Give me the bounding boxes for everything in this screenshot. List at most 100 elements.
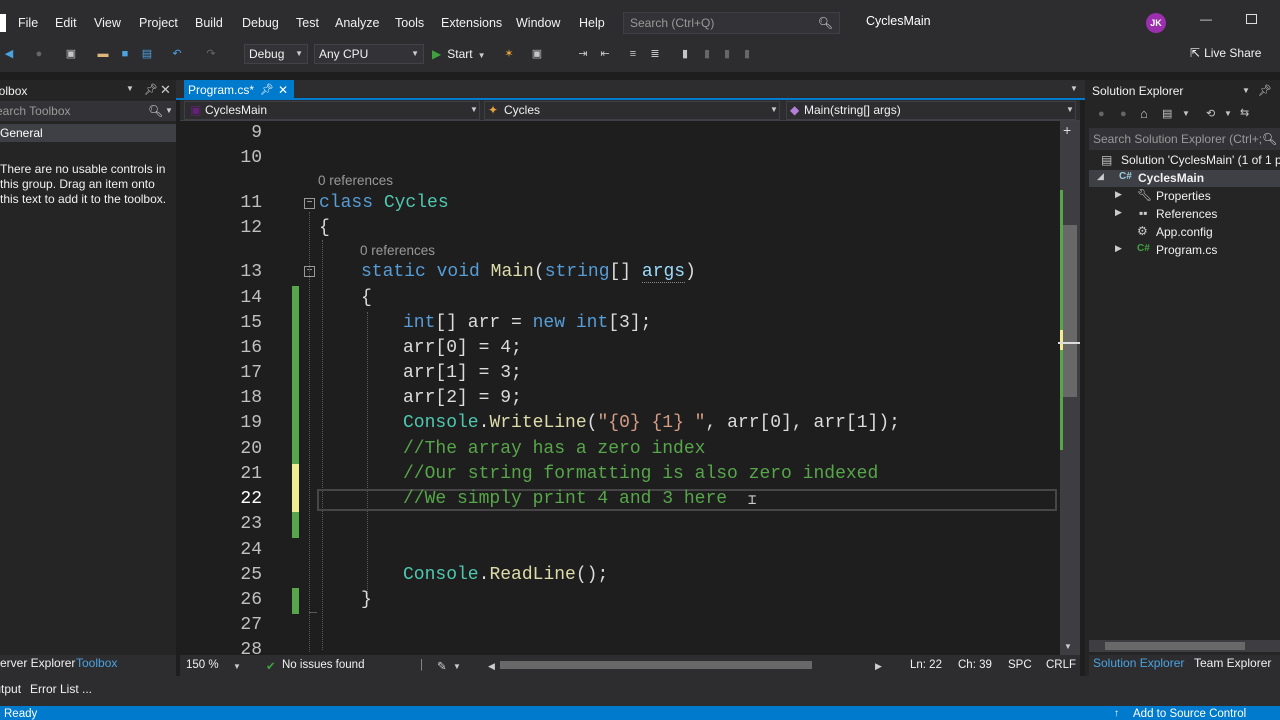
comment-icon[interactable]: ≡ <box>626 47 640 61</box>
browse-icon[interactable]: ▣ <box>530 47 544 61</box>
search-input[interactable]: Search (Ctrl+Q) 🔍︎ <box>623 12 840 34</box>
next-bookmark-icon[interactable]: ▮ <box>720 47 734 61</box>
zoom-level[interactable]: 150 % <box>186 659 219 671</box>
tab-output[interactable]: Output <box>0 682 21 696</box>
live-share-label: Live Share <box>1204 46 1262 60</box>
platform-select[interactable]: Any CPU ▼ <box>314 44 424 64</box>
tree-item-properties[interactable]: ▶ 🔧︎ Properties <box>1089 188 1280 206</box>
close-icon[interactable]: ✕ <box>160 82 171 98</box>
brush-icon[interactable]: ✎ <box>437 659 447 673</box>
codelens-references[interactable]: 0 references <box>360 243 435 258</box>
chevron-down-icon[interactable]: ▼ <box>1182 109 1190 118</box>
keyword: string <box>544 262 610 282</box>
menu-window[interactable]: Window <box>516 14 560 32</box>
tab-program-cs[interactable]: Program.cs* 📌︎ ✕ <box>184 80 294 100</box>
clear-bookmark-icon[interactable]: ▮ <box>740 47 754 61</box>
configuration-select[interactable]: Debug ▼ <box>244 44 308 64</box>
chevron-down-icon[interactable]: ▼ <box>1242 86 1250 95</box>
tree-item-project[interactable]: ◢ C# CyclesMain <box>1089 170 1280 187</box>
tab-error-list[interactable]: Error List ... <box>30 682 92 696</box>
pin-icon[interactable]: 📌︎ <box>260 80 274 100</box>
live-share-button[interactable]: ⇱ Live Share <box>1190 46 1261 60</box>
start-button[interactable]: ▶ Start ▼ <box>432 44 486 64</box>
toolbox-group-general[interactable]: General <box>0 124 176 142</box>
back-icon[interactable]: ◀ <box>2 47 16 61</box>
close-icon[interactable]: ✕ <box>278 80 288 100</box>
forward-icon[interactable]: ● <box>1120 108 1127 120</box>
step-over-icon[interactable]: ⇤ <box>598 47 612 61</box>
scroll-down-icon[interactable]: ▼ <box>1064 642 1072 651</box>
menu-view[interactable]: View <box>94 14 121 32</box>
change-indicator <box>292 512 299 538</box>
codelens-references[interactable]: 0 references <box>318 173 393 188</box>
prev-bookmark-icon[interactable]: ▮ <box>700 47 714 61</box>
chevron-down-icon[interactable]: ▼ <box>233 662 241 671</box>
line-number: 21 <box>240 464 262 484</box>
window-title: CyclesMain <box>866 14 931 28</box>
tab-overflow-icon[interactable]: ▼ <box>1070 84 1078 93</box>
menu-edit[interactable]: Edit <box>55 14 77 32</box>
add-to-source-control-button[interactable]: Add to Source Control <box>1133 708 1246 720</box>
home-icon[interactable]: ⌂ <box>1140 106 1148 121</box>
split-icon[interactable]: + <box>1063 123 1071 137</box>
menu-tools[interactable]: Tools <box>395 14 424 32</box>
tree-item-references[interactable]: ▶ ▪▪ References <box>1089 206 1280 224</box>
chevron-down-icon[interactable]: ▼ <box>1224 109 1232 118</box>
line-indicator[interactable]: Ln: 22 <box>910 659 942 671</box>
menu-debug[interactable]: Debug <box>242 14 279 32</box>
sync-icon[interactable]: ⇆ <box>1240 106 1249 119</box>
bookmark-icon[interactable]: ▮ <box>678 47 692 61</box>
switch-views-icon[interactable]: ▤ <box>1162 107 1172 120</box>
pending-changes-icon[interactable]: ⟲ <box>1206 107 1215 120</box>
menu-test[interactable]: Test <box>296 14 319 32</box>
hot-reload-icon[interactable]: ✶ <box>502 47 516 61</box>
column-indicator[interactable]: Ch: 39 <box>958 659 992 671</box>
menu-build[interactable]: Build <box>195 14 223 32</box>
tree-item-app-config[interactable]: ⚙ App.config <box>1089 224 1280 242</box>
pin-icon[interactable]: 📌︎ <box>1258 84 1272 97</box>
issues-indicator[interactable]: No issues found <box>282 659 364 671</box>
tree-item-solution[interactable]: ▤ Solution 'CyclesMain' (1 of 1 project) <box>1089 150 1280 170</box>
save-icon[interactable]: ■ <box>118 47 132 61</box>
tab-solution-explorer[interactable]: Solution Explorer <box>1093 656 1184 670</box>
undo-icon[interactable]: ↶ <box>170 47 184 61</box>
chevron-down-icon[interactable]: ▼ <box>126 84 134 93</box>
avatar[interactable]: JK <box>1146 13 1166 33</box>
new-project-icon[interactable]: ▣ <box>64 47 78 61</box>
menu-help[interactable]: Help <box>579 14 605 32</box>
forward-icon[interactable]: ● <box>32 47 46 61</box>
scrollbar-thumb[interactable] <box>1063 225 1077 397</box>
tab-toolbox[interactable]: Toolbox <box>76 656 117 670</box>
toolbox-search-input[interactable]: Search Toolbox 🔍︎ ▼ <box>0 101 176 121</box>
chevron-down-icon[interactable]: ▼ <box>453 662 461 671</box>
back-icon[interactable]: ● <box>1098 108 1105 120</box>
tab-team-explorer[interactable]: Team Explorer <box>1194 656 1271 670</box>
maximize-icon[interactable] <box>1246 14 1257 24</box>
scroll-left-icon[interactable]: ◀ <box>488 661 495 672</box>
open-folder-icon[interactable]: ▬ <box>96 47 110 61</box>
minimize-icon[interactable]: — <box>1200 12 1212 26</box>
scroll-right-icon[interactable]: ▶ <box>875 661 882 672</box>
csharp-file-icon: C# <box>1137 243 1150 254</box>
save-all-icon[interactable]: ▤ <box>140 47 154 61</box>
menu-analyze[interactable]: Analyze <box>335 14 379 32</box>
scrollbar-thumb[interactable] <box>1105 642 1245 650</box>
solution-search-input[interactable]: Search Solution Explorer (Ctrl+;) <box>1089 128 1280 150</box>
horizontal-scrollbar[interactable] <box>1089 640 1280 652</box>
collapse-icon[interactable]: − <box>304 198 315 209</box>
uncomment-icon[interactable]: ≣ <box>648 47 662 61</box>
horizontal-scrollbar-thumb[interactable] <box>500 661 812 669</box>
menu-project[interactable]: Project <box>139 14 178 32</box>
menu-file[interactable]: File <box>18 14 38 32</box>
pin-icon[interactable]: 📌︎ <box>144 83 158 96</box>
step-icon[interactable]: ⇥ <box>576 47 590 61</box>
line-number: 11 <box>240 193 262 213</box>
line-number: 15 <box>240 313 262 333</box>
redo-icon[interactable]: ↷ <box>204 47 218 61</box>
tree-item-program-cs[interactable]: ▶ C# Program.cs <box>1089 242 1280 260</box>
line-ending-indicator[interactable]: CRLF <box>1046 659 1076 671</box>
identifier: [] arr = <box>435 313 533 333</box>
whitespace-indicator[interactable]: SPC <box>1008 659 1032 671</box>
tab-server-explorer[interactable]: Server Explorer <box>0 656 75 670</box>
menu-extensions[interactable]: Extensions <box>441 14 502 32</box>
